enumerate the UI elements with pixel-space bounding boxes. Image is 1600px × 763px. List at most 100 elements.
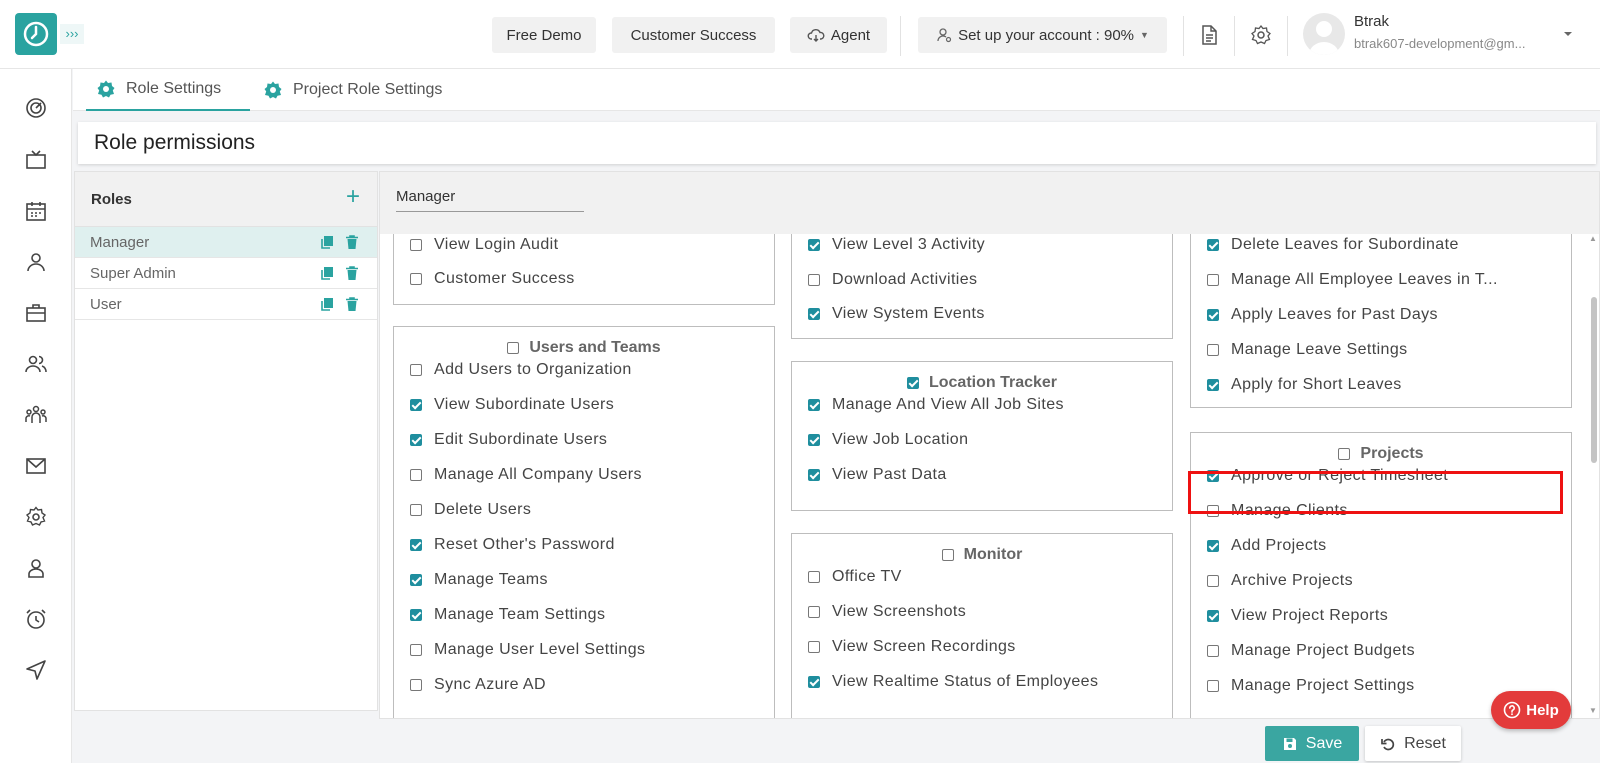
permission-item[interactable]: Manage And View All Job Sites bbox=[808, 394, 1064, 416]
permission-item[interactable]: Add Users to Organization bbox=[410, 359, 632, 381]
permission-checkbox[interactable] bbox=[808, 641, 820, 653]
permission-item[interactable]: Delete Leaves for Subordinate bbox=[1207, 234, 1459, 256]
permission-checkbox[interactable] bbox=[410, 469, 422, 481]
reset-button[interactable]: Reset bbox=[1365, 726, 1461, 761]
permission-item[interactable]: Manage User Level Settings bbox=[410, 639, 645, 661]
permission-checkbox[interactable] bbox=[410, 574, 422, 586]
delete-icon[interactable] bbox=[344, 296, 360, 312]
permission-checkbox[interactable] bbox=[1207, 344, 1219, 356]
permission-item[interactable]: Archive Projects bbox=[1207, 570, 1353, 592]
permission-item[interactable]: Download Activities bbox=[808, 269, 977, 291]
permission-item[interactable]: View System Events bbox=[808, 303, 985, 325]
permission-item[interactable]: Delete Users bbox=[410, 499, 531, 521]
permission-item[interactable]: View Screenshots bbox=[808, 601, 966, 623]
permission-checkbox[interactable] bbox=[808, 606, 820, 618]
permission-checkbox[interactable] bbox=[410, 399, 422, 411]
permission-item[interactable]: View Login Audit bbox=[410, 234, 558, 256]
role-item-manager[interactable]: Manager bbox=[75, 227, 377, 258]
permission-checkbox[interactable] bbox=[808, 676, 820, 688]
permission-item[interactable]: Manage All Employee Leaves in T... bbox=[1207, 269, 1498, 291]
permission-checkbox[interactable] bbox=[1207, 274, 1219, 286]
permission-checkbox[interactable] bbox=[808, 239, 820, 251]
permission-checkbox[interactable] bbox=[1207, 309, 1219, 321]
permission-checkbox[interactable] bbox=[410, 434, 422, 446]
permission-checkbox[interactable] bbox=[1207, 575, 1219, 587]
delete-icon[interactable] bbox=[344, 265, 360, 281]
users-icon[interactable] bbox=[24, 352, 48, 376]
permission-item[interactable]: Apply Leaves for Past Days bbox=[1207, 304, 1438, 326]
role-item-super-admin[interactable]: Super Admin bbox=[75, 258, 377, 289]
permission-item[interactable]: Sync Azure AD bbox=[410, 674, 546, 696]
permission-checkbox[interactable] bbox=[410, 539, 422, 551]
selected-role-name[interactable]: Manager bbox=[396, 188, 584, 212]
profile-badge-icon[interactable] bbox=[24, 556, 48, 580]
briefcase-icon[interactable] bbox=[24, 301, 48, 325]
save-button[interactable]: Save bbox=[1265, 726, 1359, 761]
tv-icon[interactable] bbox=[24, 148, 48, 172]
permission-item[interactable]: Manage Project Settings bbox=[1207, 675, 1415, 697]
document-icon[interactable] bbox=[1198, 24, 1220, 46]
permission-checkbox[interactable] bbox=[410, 364, 422, 376]
permission-item[interactable]: Apply for Short Leaves bbox=[1207, 374, 1402, 396]
setup-account-dropdown[interactable]: Set up your account : 90% ▼ bbox=[918, 17, 1167, 53]
scroll-up-icon[interactable]: ▲ bbox=[1589, 234, 1597, 243]
permission-item[interactable]: View Subordinate Users bbox=[410, 394, 614, 416]
user-menu-caret-icon[interactable] bbox=[1560, 26, 1576, 42]
group-select-all-checkbox[interactable] bbox=[906, 377, 919, 389]
user-icon[interactable] bbox=[24, 250, 48, 274]
app-logo[interactable] bbox=[15, 13, 57, 55]
settings-icon[interactable] bbox=[24, 505, 48, 529]
mail-icon[interactable] bbox=[24, 454, 48, 478]
help-button[interactable]: Help bbox=[1491, 691, 1571, 729]
send-icon[interactable] bbox=[24, 658, 48, 682]
free-demo-button[interactable]: Free Demo bbox=[492, 17, 596, 53]
permission-item[interactable]: View Level 3 Activity bbox=[808, 234, 985, 256]
permission-checkbox[interactable] bbox=[808, 308, 820, 320]
permission-checkbox[interactable] bbox=[1207, 645, 1219, 657]
copy-icon[interactable] bbox=[319, 265, 335, 281]
scrollbar-thumb[interactable] bbox=[1591, 297, 1597, 463]
permission-item[interactable]: View Job Location bbox=[808, 429, 968, 451]
group-select-all-checkbox[interactable] bbox=[1338, 448, 1351, 460]
add-role-icon[interactable]: + bbox=[341, 185, 365, 210]
copy-icon[interactable] bbox=[319, 234, 335, 250]
group-select-all-checkbox[interactable] bbox=[507, 342, 520, 354]
permission-checkbox[interactable] bbox=[1207, 239, 1219, 251]
permission-checkbox[interactable] bbox=[410, 239, 422, 251]
group-select-all-checkbox[interactable] bbox=[941, 549, 954, 561]
permission-item[interactable]: View Realtime Status of Employees bbox=[808, 671, 1098, 693]
permission-checkbox[interactable] bbox=[808, 469, 820, 481]
permission-item[interactable]: View Past Data bbox=[808, 464, 947, 486]
permission-checkbox[interactable] bbox=[808, 399, 820, 411]
permission-item[interactable]: Manage Team Settings bbox=[410, 604, 605, 626]
permission-checkbox[interactable] bbox=[808, 434, 820, 446]
permission-item[interactable]: Customer Success bbox=[410, 268, 575, 290]
avatar[interactable] bbox=[1303, 13, 1345, 55]
customer-success-button[interactable]: Customer Success bbox=[612, 17, 775, 53]
permission-checkbox[interactable] bbox=[808, 571, 820, 583]
settings-gear-icon[interactable] bbox=[1250, 24, 1272, 46]
tab-project-role-settings[interactable]: Project Role Settings bbox=[263, 69, 442, 111]
delete-icon[interactable] bbox=[344, 234, 360, 250]
permission-item[interactable]: View Project Reports bbox=[1207, 605, 1388, 627]
permission-checkbox[interactable] bbox=[1207, 540, 1219, 552]
permission-item[interactable]: Manage Teams bbox=[410, 569, 548, 591]
agent-button[interactable]: Agent bbox=[790, 17, 887, 53]
permission-checkbox[interactable] bbox=[410, 504, 422, 516]
scroll-down-icon[interactable]: ▼ bbox=[1589, 706, 1597, 715]
permission-item[interactable]: Manage Project Budgets bbox=[1207, 640, 1415, 662]
permission-checkbox[interactable] bbox=[410, 679, 422, 691]
team-icon[interactable] bbox=[24, 403, 48, 427]
permission-item[interactable]: Manage All Company Users bbox=[410, 464, 642, 486]
calendar-icon[interactable] bbox=[24, 199, 48, 223]
permission-item[interactable]: Reset Other's Password bbox=[410, 534, 615, 556]
permission-checkbox[interactable] bbox=[410, 644, 422, 656]
alarm-clock-icon[interactable] bbox=[24, 607, 48, 631]
permission-item[interactable]: Add Projects bbox=[1207, 535, 1327, 557]
permission-item[interactable]: Manage Leave Settings bbox=[1207, 339, 1408, 361]
dashboard-icon[interactable] bbox=[24, 96, 48, 120]
permission-item[interactable]: View Screen Recordings bbox=[808, 636, 1016, 658]
tab-role-settings[interactable]: Role Settings bbox=[86, 69, 250, 111]
permission-checkbox[interactable] bbox=[410, 273, 422, 285]
permission-item[interactable]: Edit Subordinate Users bbox=[410, 429, 607, 451]
